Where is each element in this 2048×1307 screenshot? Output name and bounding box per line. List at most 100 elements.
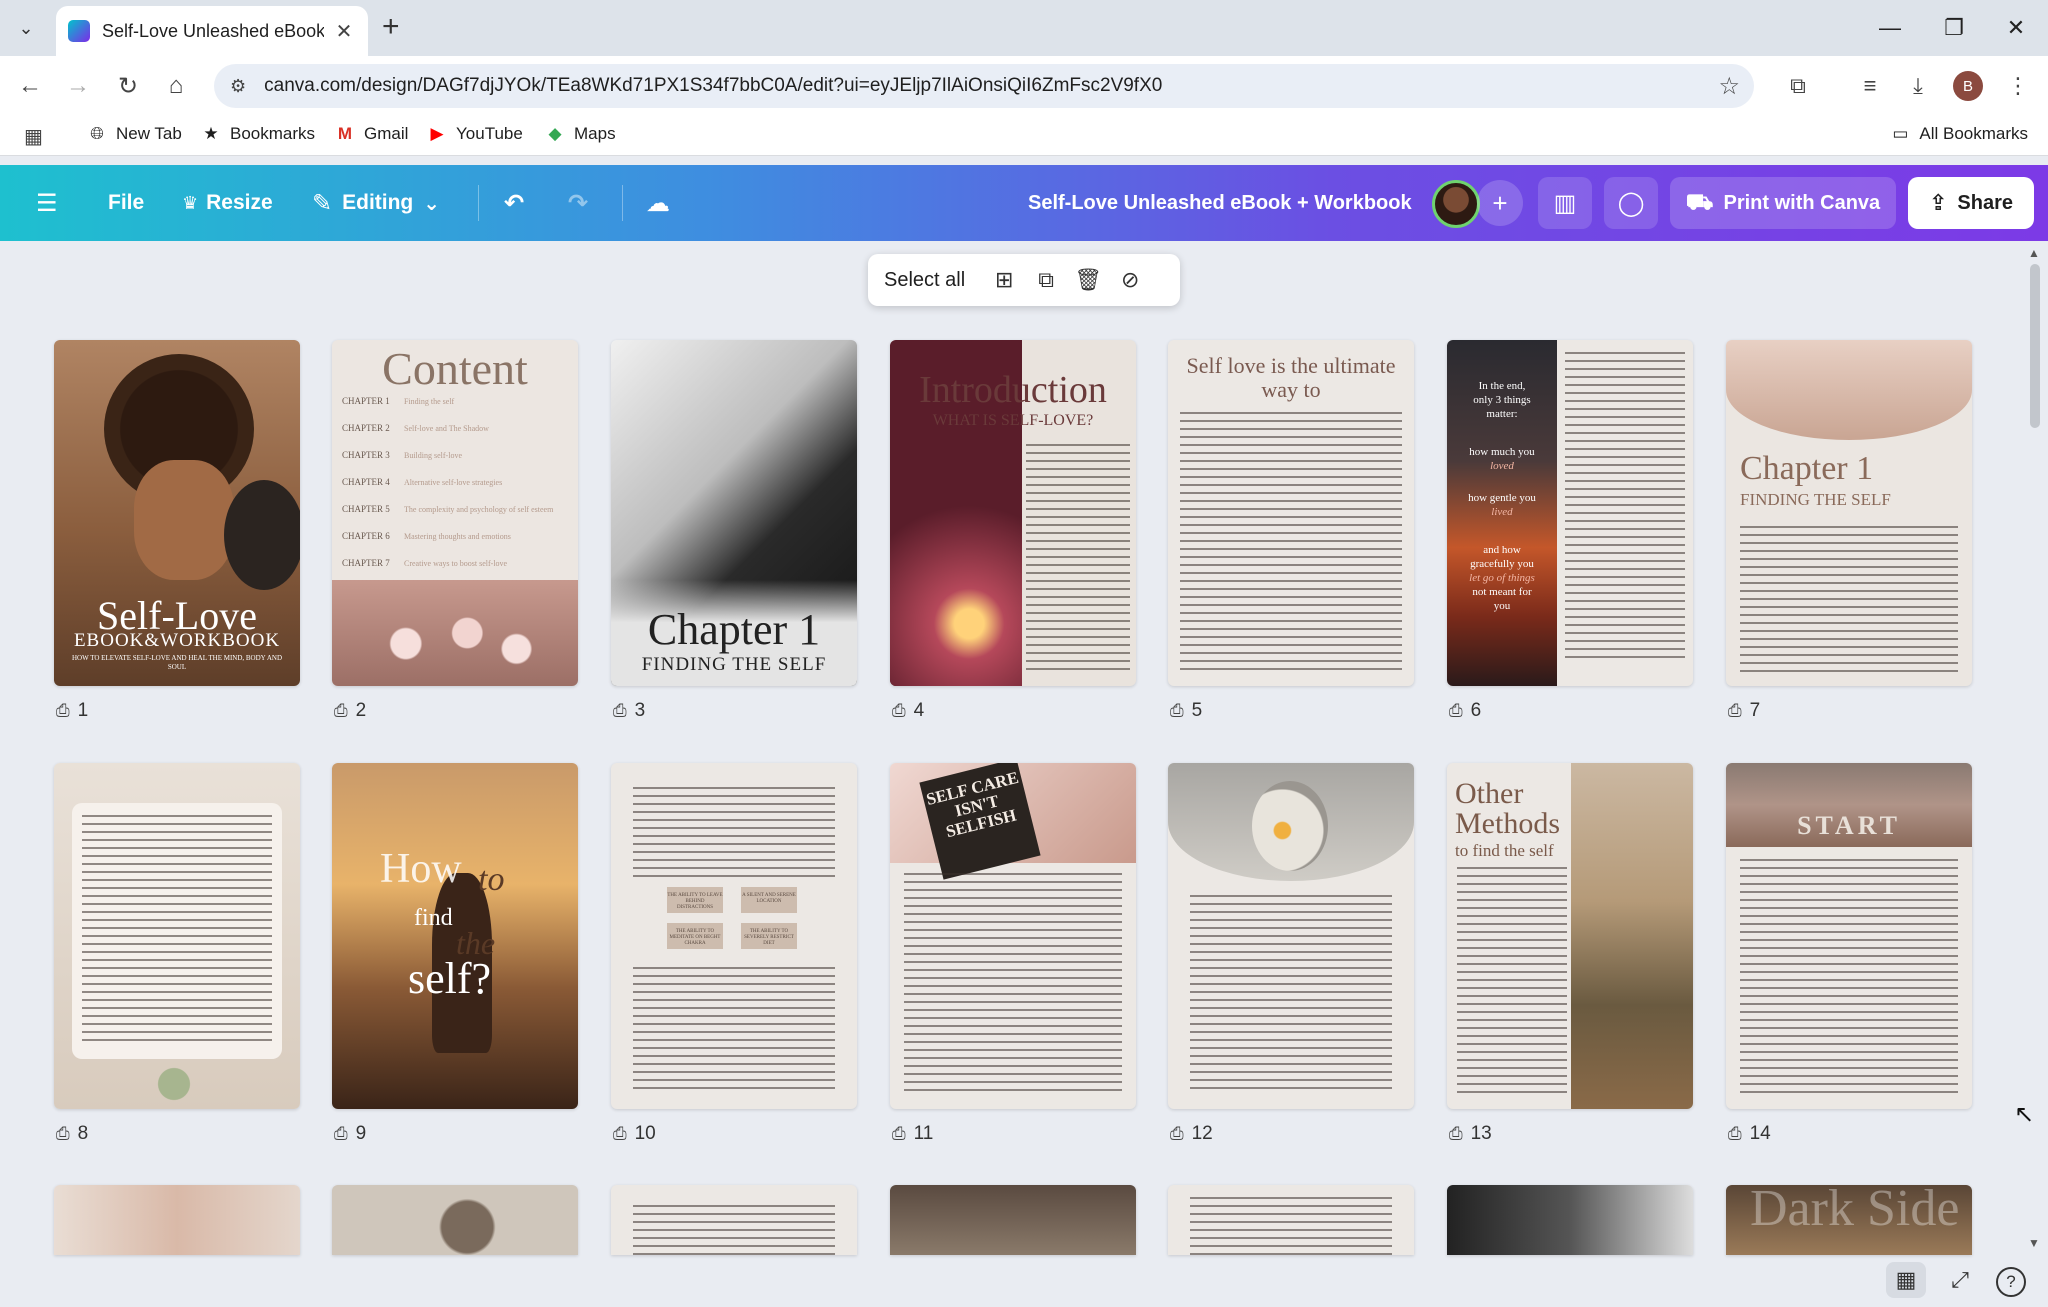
site-info-icon[interactable]: ⚙	[230, 76, 246, 97]
help-question-icon[interactable]: ?	[1996, 1267, 2026, 1297]
close-window-icon[interactable]: ✕	[1992, 10, 2040, 46]
browser-tab[interactable]: Self-Love Unleashed eBook + W ✕	[56, 6, 368, 56]
page-thumbnail-1[interactable]: Self-Love EBOOK&WORKBOOK HOW TO ELEVATE …	[54, 340, 300, 686]
page-thumbnail-13[interactable]: Other Methods to find the self	[1447, 763, 1693, 1109]
page-thumbnail-14[interactable]: START	[1726, 763, 1972, 1109]
page-thumbnail-8[interactable]	[54, 763, 300, 1109]
page-thumbnail-4[interactable]: Introduction WHAT IS SELF-LOVE?	[890, 340, 1136, 686]
page-number: 13	[1470, 1123, 1492, 1144]
browser-menu-icon[interactable]: ⋮	[2002, 70, 2034, 102]
page-thumbnail-21[interactable]: Dark Side	[1726, 1185, 1972, 1255]
tab-search-chevron-icon[interactable]: ⌄	[8, 10, 44, 46]
restore-icon[interactable]: ❐	[1930, 10, 1978, 46]
page-number: 1	[77, 700, 89, 721]
page-9-title-part: How	[380, 846, 462, 892]
fullscreen-expand-icon[interactable]: ⤢	[1940, 1262, 1980, 1298]
chapter-name: Alternative self-love strategies	[404, 478, 503, 487]
quote-line: matter:	[1486, 408, 1518, 420]
page-thumbnail-9[interactable]: How to find the self?	[332, 763, 578, 1109]
page-4-title: Introduction	[919, 369, 1107, 411]
folder-icon: ▭	[1892, 124, 1909, 143]
share-button[interactable]: ⇪ Share	[1908, 177, 2034, 229]
download-icon[interactable]: ⤓	[1902, 70, 1934, 102]
page-thumbnail-18[interactable]	[890, 1185, 1136, 1255]
add-collaborator-plus-icon[interactable]: +	[1477, 180, 1523, 226]
document-title[interactable]: Self-Love Unleashed eBook + Workbook	[1028, 165, 1412, 241]
scroll-down-arrow-icon[interactable]: ▼	[2028, 1236, 2040, 1250]
page-label-6: ⎙ 6	[1449, 700, 1481, 722]
page-3-title: Chapter 1	[647, 605, 821, 654]
profile-avatar[interactable]: B	[1953, 71, 1983, 101]
hide-eye-slash-icon[interactable]: ⊘	[1109, 262, 1151, 298]
page-thumbnail-3[interactable]: Chapter 1 FINDING THE SELF	[611, 340, 857, 686]
page-thumbnail-16[interactable]	[332, 1185, 578, 1255]
bookmark-label: Gmail	[364, 124, 409, 143]
bookmark-new-tab[interactable]: 🌐︎ New Tab	[86, 124, 182, 144]
page-21-title: Dark Side	[1750, 1185, 1960, 1237]
page-thumbnail-19[interactable]	[1168, 1185, 1414, 1255]
share-upload-icon: ⇪	[1928, 190, 1948, 215]
page-thumbnail-15[interactable]	[54, 1185, 300, 1255]
redo-icon[interactable]: ↷	[568, 165, 588, 241]
duplicate-page-icon[interactable]: ⧉	[1025, 262, 1067, 298]
select-all-button[interactable]: Select all	[884, 269, 965, 292]
extensions-puzzle-icon[interactable]: ⧉	[1782, 70, 1814, 102]
page-14-body-text	[1740, 859, 1958, 1097]
hands-image	[1726, 340, 1972, 440]
minimize-icon[interactable]: —	[1866, 10, 1914, 46]
reload-icon[interactable]: ↻	[112, 70, 144, 102]
page-thumbnail-7[interactable]: Chapter 1 FINDING THE SELF	[1726, 340, 1972, 686]
insights-bar-chart-icon[interactable]: ▥	[1538, 177, 1592, 229]
collaborator-avatar[interactable]	[1432, 180, 1480, 228]
undo-icon[interactable]: ↶	[504, 165, 524, 241]
page-thumbnail-20[interactable]	[1447, 1185, 1693, 1255]
page-thumbnail-2[interactable]: Content CHAPTER 1 Finding the self CHAPT…	[332, 340, 578, 686]
page-thumbnail-5[interactable]: Self love is the ultimate way to	[1168, 340, 1414, 686]
delete-trash-icon[interactable]: 🗑︎	[1067, 262, 1109, 298]
editing-mode-dropdown[interactable]: ✎ Editing ⌄	[312, 165, 440, 241]
page-number: 6	[1470, 700, 1482, 721]
bookmark-maps[interactable]: ◆ Maps	[544, 124, 615, 144]
back-arrow-icon[interactable]: ←	[14, 70, 46, 102]
all-bookmarks[interactable]: ▭ All Bookmarks	[1889, 124, 2028, 144]
apps-grid-icon[interactable]: ▦	[24, 124, 43, 149]
page-thumbnail-11[interactable]: SELF CARE ISN'T SELFISH	[890, 763, 1136, 1109]
chapter-name: Mastering thoughts and emotions	[404, 532, 511, 541]
print-with-canva-button[interactable]: ⛟ Print with Canva	[1670, 177, 1896, 229]
print-icon: ⎙	[613, 1124, 627, 1143]
hearts-bokeh-image	[332, 580, 578, 686]
quote-line: you	[1493, 600, 1511, 612]
scrollbar-thumb[interactable]	[2030, 264, 2040, 428]
comments-bubble-icon[interactable]: ◯	[1604, 177, 1658, 229]
file-menu-button[interactable]: File	[108, 165, 144, 241]
page-thumbnail-12[interactable]	[1168, 763, 1414, 1109]
page-thumbnail-6[interactable]: In the end, only 3 things matter: how mu…	[1447, 340, 1693, 686]
chapter-label: CHAPTER 2	[342, 423, 390, 433]
bookmark-youtube[interactable]: ▶ YouTube	[426, 124, 522, 144]
forward-arrow-icon[interactable]: →	[62, 70, 94, 102]
scroll-up-arrow-icon[interactable]: ▲	[2028, 246, 2040, 260]
tab-close-icon[interactable]: ✕	[332, 19, 356, 44]
page-thumbnail-17[interactable]	[611, 1185, 857, 1255]
bookmark-gmail[interactable]: M Gmail	[334, 124, 409, 144]
method-box: A SILENT AND SERENE LOCATION	[741, 887, 797, 913]
new-tab-plus-icon[interactable]: +	[382, 12, 400, 42]
add-page-icon[interactable]: ⊞	[983, 262, 1025, 298]
home-icon[interactable]: ⌂	[160, 70, 192, 102]
bookmark-star-icon[interactable]: ☆	[1718, 72, 1740, 101]
bookmark-bookmarks[interactable]: ★ Bookmarks	[200, 124, 315, 144]
print-icon: ⎙	[1170, 1124, 1184, 1143]
cloud-saved-icon[interactable]: ☁	[646, 165, 670, 241]
page-19-body-text	[1190, 1197, 1392, 1255]
grid-view-icon[interactable]: ▦	[1886, 1262, 1926, 1298]
main-menu-hamburger-icon[interactable]: ☰	[36, 165, 58, 241]
page-thumbnail-10[interactable]: THE ABILITY TO LEAVE BEHIND DISTRACTIONS…	[611, 763, 857, 1109]
page-number: 14	[1749, 1123, 1771, 1144]
page-11-body-text	[904, 873, 1122, 1097]
print-icon: ⎙	[1449, 701, 1463, 720]
url-text[interactable]: canva.com/design/DAGf7djJYOk/TEa8WKd71PX…	[264, 75, 1162, 97]
resize-button[interactable]: ♛ Resize	[182, 165, 273, 241]
media-controls-icon[interactable]: ≡	[1854, 70, 1886, 102]
page-10-body-text	[633, 967, 835, 1093]
url-omnibox[interactable]: ⚙ canva.com/design/DAGf7djJYOk/TEa8WKd71…	[214, 64, 1754, 108]
